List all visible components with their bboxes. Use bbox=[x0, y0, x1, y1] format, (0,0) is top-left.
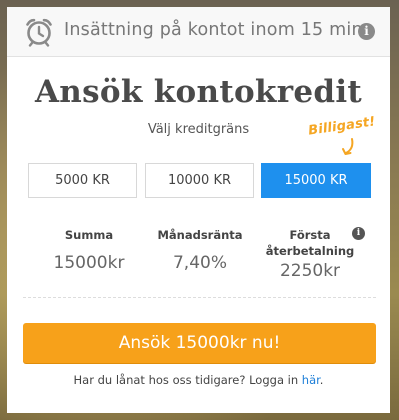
rate-label: Månadsränta bbox=[157, 228, 243, 242]
info-icon[interactable]: i bbox=[352, 227, 365, 240]
login-prompt: Har du lånat hos oss tidigare? Logga in … bbox=[7, 373, 390, 387]
login-link[interactable]: här bbox=[302, 373, 320, 387]
summary-first-payment: Första återbetalning 2250kr bbox=[260, 227, 360, 281]
credit-application-card: Ansök kontokredit Välj kreditgräns Billi… bbox=[7, 57, 390, 413]
rate-value: 7,40% bbox=[172, 253, 227, 273]
apply-button[interactable]: Ansök 15000kr nu! bbox=[23, 323, 376, 363]
divider bbox=[23, 297, 376, 298]
curved-arrow-icon bbox=[342, 138, 354, 155]
deposit-banner: Insättning på kontot inom 15 min. i bbox=[7, 7, 390, 57]
summary-rate: Månadsränta 7,40% bbox=[150, 227, 250, 273]
sum-label: Summa bbox=[64, 228, 114, 242]
login-prompt-end: . bbox=[319, 373, 324, 387]
option-10000-button[interactable]: 10000 KR bbox=[145, 163, 254, 198]
page-title: Ansök kontokredit bbox=[34, 74, 363, 110]
login-prompt-text: Har du lånat hos oss tidigare? Logga in bbox=[73, 373, 299, 387]
option-15000-button[interactable]: 15000 KR bbox=[261, 163, 371, 198]
sum-value: 15000kr bbox=[53, 253, 125, 273]
summary-sum: Summa 15000kr bbox=[39, 227, 139, 273]
info-icon[interactable]: i bbox=[358, 23, 375, 40]
first-payment-value: 2250kr bbox=[279, 261, 341, 281]
first-payment-label: Första återbetalning bbox=[265, 228, 355, 258]
option-5000-button[interactable]: 5000 KR bbox=[28, 163, 137, 198]
alarm-clock-icon bbox=[26, 18, 52, 47]
banner-text: Insättning på kontot inom 15 min. bbox=[64, 20, 369, 40]
